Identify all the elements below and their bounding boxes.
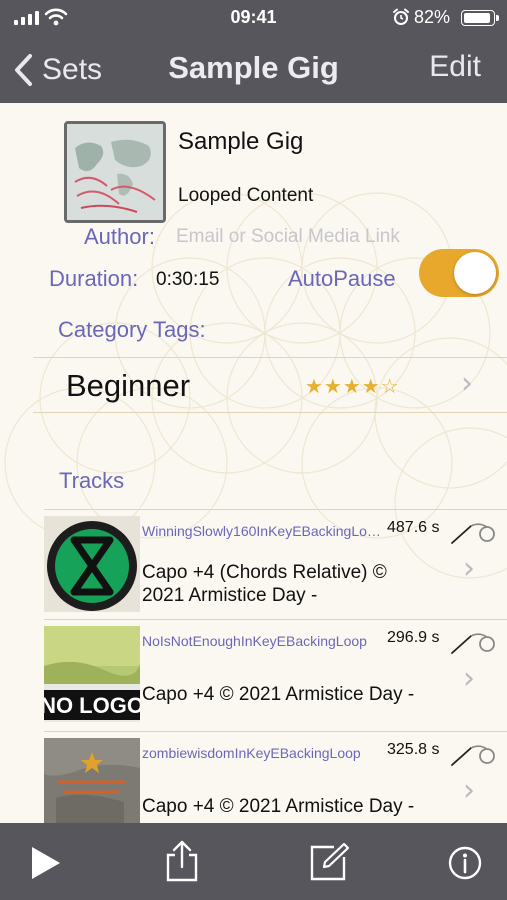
play-icon[interactable] (28, 845, 64, 881)
status-bar: 09:41 82% (0, 0, 507, 34)
author-field[interactable] (176, 223, 476, 251)
track-artwork (44, 738, 140, 823)
track-description: Capo +4 (Chords Relative) © 2021 Armisti… (142, 562, 387, 606)
tracks-header: Tracks (59, 468, 125, 493)
toggle-knob (454, 252, 496, 294)
bottom-toolbar (0, 823, 507, 900)
chevron-right-icon: › (463, 661, 475, 696)
track-artwork: NO LOGO (44, 626, 140, 722)
loop-fx-icon[interactable] (449, 520, 501, 546)
autopause-label: AutoPause (288, 266, 396, 291)
set-artwork[interactable] (64, 121, 166, 223)
track-row[interactable]: zombiewisdomInKeyEBackingLoop 325.8 s Ca… (44, 731, 507, 823)
duration-label: Duration: (49, 266, 139, 291)
compose-icon[interactable] (308, 841, 350, 883)
no-logo-image: NO LOGO (44, 626, 140, 722)
alarm-icon (393, 8, 409, 25)
track-title: NoIsNotEnoughInKeyEBackingLoop (142, 633, 367, 649)
zombie-wisdom-image (44, 738, 140, 823)
top-bar: 09:41 82% Sets Sample Gig Edit (0, 0, 507, 103)
rating-stars: ★★★★☆ (305, 376, 400, 398)
author-label: Author: (84, 224, 155, 249)
track-duration: 325.8 s (387, 741, 440, 758)
back-button-label: Sets (42, 53, 103, 86)
loop-fx-icon[interactable] (449, 742, 501, 768)
chevron-right-icon: › (463, 773, 475, 808)
autopause-toggle[interactable] (419, 249, 499, 297)
category-name: Beginner (66, 368, 191, 403)
duration-value: 0:30:15 (156, 269, 220, 290)
artwork-image (67, 124, 163, 220)
set-name: Sample Gig (178, 128, 304, 155)
track-row[interactable]: WinningSlowly160InKeyEBackingLoop 487.6 … (44, 509, 507, 618)
row-divider (44, 619, 507, 620)
battery-percent: 82% (414, 7, 451, 27)
row-divider (44, 509, 507, 510)
edit-button[interactable]: Edit (429, 50, 481, 84)
category-row[interactable]: Beginner ★★★★☆ › (33, 357, 507, 413)
loop-fx-icon[interactable] (449, 630, 501, 656)
track-title: WinningSlowly160InKeyEBackingLoop (142, 523, 382, 539)
no-logo-text: NO LOGO (44, 693, 140, 718)
navigation-bar: Sets Sample Gig Edit (0, 40, 507, 96)
track-row[interactable]: NO LOGO NoIsNotEnoughInKeyEBackingLoop 2… (44, 619, 507, 728)
chevron-right-icon: › (463, 551, 475, 586)
extinction-symbol-image (44, 516, 140, 612)
category-tags-label: Category Tags: (58, 317, 206, 342)
set-detail-content[interactable]: Sample Gig Looped Content Author: Durati… (0, 103, 507, 823)
share-icon[interactable] (162, 839, 202, 883)
back-button[interactable]: Sets (12, 50, 102, 90)
track-description: Capo +4 © 2021 Armistice Day - (142, 684, 415, 705)
set-description: Looped Content (178, 185, 314, 206)
track-duration: 296.9 s (387, 629, 440, 646)
battery-icon (461, 10, 499, 26)
row-divider (44, 731, 507, 732)
track-description: Capo +4 © 2021 Armistice Day - (142, 796, 415, 817)
track-duration: 487.6 s (387, 519, 440, 536)
chevron-left-icon (15, 54, 32, 86)
track-title: zombiewisdomInKeyEBackingLoop (142, 745, 361, 761)
info-icon[interactable] (447, 845, 483, 881)
track-artwork (44, 516, 140, 612)
chevron-right-icon: › (461, 366, 473, 401)
